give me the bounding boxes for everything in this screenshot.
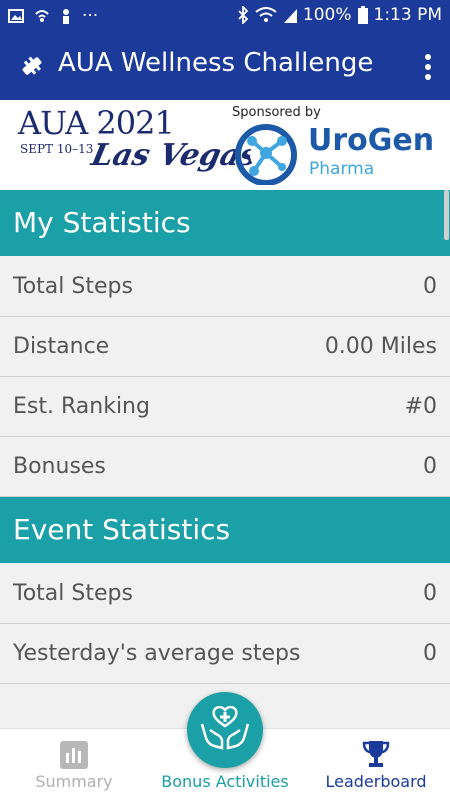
tab-leaderboard[interactable]: Leaderboard bbox=[302, 729, 450, 801]
person-icon bbox=[63, 9, 69, 24]
trophy-icon bbox=[362, 741, 390, 767]
stat-label: Distance bbox=[13, 334, 110, 359]
battery-percent: 100% bbox=[302, 5, 352, 25]
stat-value: 0.00 Miles bbox=[324, 334, 437, 359]
stat-value: #0 bbox=[404, 394, 437, 419]
stat-value: 0 bbox=[423, 581, 437, 606]
tab-bonus-activities-label: Bonus Activities bbox=[161, 772, 289, 791]
stat-label: Bonuses bbox=[13, 454, 106, 479]
clock: 1:13 PM bbox=[373, 5, 443, 25]
sponsored-by-text: Sponsored by bbox=[232, 105, 321, 120]
scrollbar[interactable] bbox=[444, 190, 449, 240]
image-icon bbox=[8, 9, 24, 23]
tab-leaderboard-label: Leaderboard bbox=[325, 772, 427, 791]
stat-label: Total Steps bbox=[13, 581, 133, 606]
stat-value: 0 bbox=[423, 274, 437, 299]
notifications-more: ··· bbox=[82, 6, 99, 26]
stat-row-total-steps: Total Steps 0 bbox=[0, 257, 450, 317]
aua-dates: SEPT 10–13 bbox=[20, 142, 94, 156]
app-logo-icon bbox=[22, 56, 42, 75]
urogen-mark-icon bbox=[235, 124, 297, 185]
signal-icon bbox=[283, 9, 297, 23]
sponsor-sub: Pharma bbox=[309, 159, 375, 179]
app-bar: AUA Wellness Challenge bbox=[0, 32, 450, 100]
stat-label: Est. Ranking bbox=[13, 394, 150, 419]
stat-value: 0 bbox=[423, 641, 437, 666]
urogen-logo: Sponsored by UroGen Pharma bbox=[230, 103, 440, 187]
stat-row-est-ranking: Est. Ranking #0 bbox=[0, 377, 450, 437]
my-statistics-header: My Statistics bbox=[0, 190, 450, 256]
my-statistics-title: My Statistics bbox=[13, 206, 191, 239]
wifi-call-icon bbox=[35, 10, 49, 22]
tab-summary[interactable]: Summary bbox=[0, 729, 148, 801]
event-statistics-title: Event Statistics bbox=[13, 513, 231, 546]
tab-summary-label: Summary bbox=[35, 772, 113, 791]
stat-label: Yesterday's average steps bbox=[13, 641, 301, 666]
bonus-activities-fab[interactable] bbox=[187, 692, 263, 768]
more-options-icon[interactable] bbox=[420, 52, 436, 82]
wifi-icon bbox=[255, 7, 277, 22]
battery-icon bbox=[357, 6, 368, 24]
event-statistics-header: Event Statistics bbox=[0, 497, 450, 563]
sponsor-banner: AUA 2021 SEPT 10–13 Las Vegas Sponsored … bbox=[0, 100, 450, 190]
status-icons-left: ··· bbox=[8, 6, 98, 26]
app-title: AUA Wellness Challenge bbox=[58, 48, 374, 78]
aua-2021-logo: AUA 2021 SEPT 10–13 Las Vegas bbox=[18, 104, 261, 184]
aua-logo-text: AUA 2021 bbox=[18, 104, 175, 142]
bluetooth-icon bbox=[238, 6, 249, 24]
status-icons-right: 100% 1:13 PM bbox=[237, 5, 442, 25]
event-row-yesterday-average-steps: Yesterday's average steps 0 bbox=[0, 624, 450, 684]
bar-chart-icon bbox=[60, 741, 88, 769]
event-row-total-steps: Total Steps 0 bbox=[0, 564, 450, 624]
status-bar: ··· 100% 1:13 PM bbox=[0, 0, 450, 32]
hands-heart-icon bbox=[200, 706, 250, 750]
stat-label: Total Steps bbox=[13, 274, 133, 299]
stat-row-distance: Distance 0.00 Miles bbox=[0, 317, 450, 377]
stat-value: 0 bbox=[423, 454, 437, 479]
stat-row-bonuses: Bonuses 0 bbox=[0, 437, 450, 497]
sponsor-name: UroGen bbox=[308, 123, 435, 158]
